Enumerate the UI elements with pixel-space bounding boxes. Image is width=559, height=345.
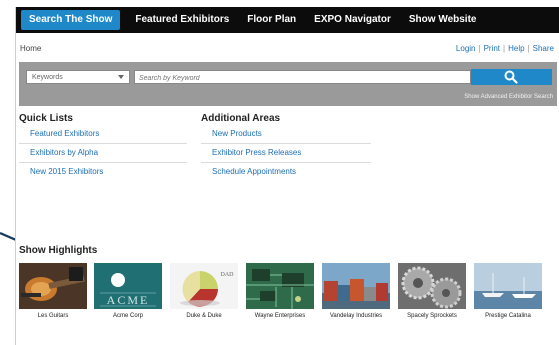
tab-expo-navigator[interactable]: EXPO Navigator <box>305 7 400 33</box>
gears-image[interactable] <box>398 263 466 309</box>
login-link[interactable]: Login <box>456 44 476 53</box>
keyword-type-value: Keywords <box>32 74 63 81</box>
share-link[interactable]: Share <box>533 44 554 53</box>
quick-list-featured-exhibitors[interactable]: Featured Exhibitors <box>19 125 187 144</box>
search-icon <box>504 70 518 84</box>
highlight-label[interactable]: Prestige Catalina <box>470 313 546 319</box>
page-frame: Search The Show Featured Exhibitors Floo… <box>15 7 559 345</box>
shipping-containers-image[interactable] <box>322 263 390 309</box>
print-link[interactable]: Print <box>484 44 500 53</box>
acme-logo-text: ACME <box>107 293 150 307</box>
acme-logo[interactable]: ACME <box>94 263 162 309</box>
highlight-label[interactable]: Wayne Enterprises <box>242 313 318 319</box>
search-input[interactable] <box>134 70 471 84</box>
utility-links: Login | Print | Help | Share <box>456 44 554 53</box>
quick-list-new-2015-exhibitors[interactable]: New 2015 Exhibitors <box>19 163 187 182</box>
keyword-type-select[interactable]: Keywords <box>26 70 130 84</box>
highlights-strip: Les Guitars ACME Acme Corp DAD Duke & Du… <box>19 263 559 323</box>
highlight-label[interactable]: Acme Corp <box>90 313 166 319</box>
help-link[interactable]: Help <box>508 44 524 53</box>
duke-logo-text: DAD <box>221 272 235 278</box>
guitar-image[interactable] <box>19 263 87 309</box>
top-nav: Search The Show Featured Exhibitors Floo… <box>16 7 559 33</box>
show-highlights-title: Show Highlights <box>19 245 98 256</box>
quick-list-exhibitors-by-alpha[interactable]: Exhibitors by Alpha <box>19 144 187 163</box>
search-bar: Keywords Show Advanced Exhibitor Search <box>19 62 557 106</box>
tab-floor-plan[interactable]: Floor Plan <box>238 7 305 33</box>
additional-areas: New Products Exhibitor Press Releases Sc… <box>201 125 371 182</box>
quick-lists-title: Quick Lists <box>19 113 73 124</box>
pie-chart-image[interactable]: DAD <box>170 263 238 309</box>
area-new-products[interactable]: New Products <box>201 125 371 144</box>
search-button[interactable] <box>471 69 552 85</box>
quick-lists: Featured Exhibitors Exhibitors by Alpha … <box>19 125 187 182</box>
highlight-label[interactable]: Duke & Duke <box>166 313 242 319</box>
utility-row: Home Login | Print | Help | Share <box>16 44 559 56</box>
area-exhibitor-press-releases[interactable]: Exhibitor Press Releases <box>201 144 371 163</box>
highlight-label[interactable]: Spacely Sprockets <box>394 313 470 319</box>
yacht-harbor-image[interactable] <box>474 263 542 309</box>
additional-areas-title: Additional Areas <box>201 113 281 124</box>
advanced-search-link[interactable]: Show Advanced Exhibitor Search <box>464 94 553 100</box>
separator: | <box>478 44 481 53</box>
tab-show-website[interactable]: Show Website <box>400 7 486 33</box>
highlight-label[interactable]: Vandelay Industries <box>318 313 394 319</box>
separator: | <box>503 44 506 53</box>
breadcrumb-home[interactable]: Home <box>20 44 41 53</box>
tab-featured-exhibitors[interactable]: Featured Exhibitors <box>126 7 238 33</box>
area-schedule-appointments[interactable]: Schedule Appointments <box>201 163 371 182</box>
highlight-label[interactable]: Les Guitars <box>15 313 91 319</box>
circuit-board-image[interactable] <box>246 263 314 309</box>
chevron-down-icon <box>118 75 124 79</box>
tab-search-the-show[interactable]: Search The Show <box>21 10 121 30</box>
separator: | <box>527 44 530 53</box>
